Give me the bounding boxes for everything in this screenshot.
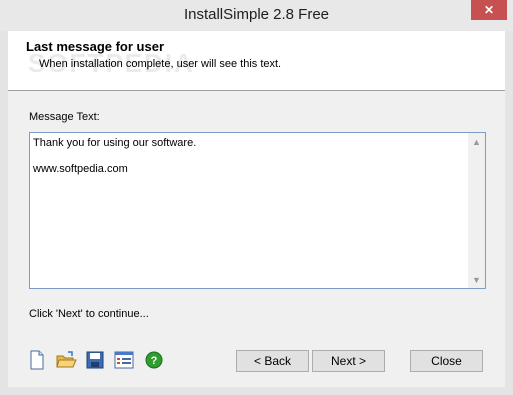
page-title: Last message for user <box>26 39 165 54</box>
next-button[interactable]: Next > <box>312 350 385 372</box>
message-text-content[interactable]: Thank you for using our software. www.so… <box>33 137 465 176</box>
properties-icon[interactable] <box>113 349 135 371</box>
new-file-icon[interactable] <box>26 349 48 371</box>
message-textarea[interactable]: Thank you for using our software. www.so… <box>29 132 486 289</box>
close-button[interactable]: Close <box>410 350 483 372</box>
save-icon[interactable] <box>84 349 106 371</box>
back-button[interactable]: < Back <box>236 350 309 372</box>
scroll-down-arrow-icon[interactable]: ▼ <box>468 271 485 288</box>
open-folder-icon[interactable] <box>55 349 77 371</box>
title-bar[interactable]: InstallSimple 2.8 Free ✕ <box>0 0 513 31</box>
scroll-up-arrow-icon[interactable]: ▲ <box>468 133 485 150</box>
wizard-client-area: SOFTPEDIA Last message for user When ins… <box>8 31 505 387</box>
installsimple-window: InstallSimple 2.8 Free ✕ SOFTPEDIA Last … <box>0 0 513 395</box>
continue-hint: Click 'Next' to continue... <box>29 308 149 320</box>
message-text-label: Message Text: <box>29 111 100 123</box>
page-subtitle: When installation complete, user will se… <box>39 58 282 70</box>
window-title: InstallSimple 2.8 Free <box>183 6 330 23</box>
vertical-scrollbar[interactable]: ▲ ▼ <box>468 133 485 288</box>
window-close-button[interactable]: ✕ <box>471 0 507 20</box>
help-icon[interactable]: ? <box>143 349 165 371</box>
svg-text:?: ? <box>151 355 158 367</box>
wizard-header: SOFTPEDIA Last message for user When ins… <box>8 31 505 91</box>
close-icon: ✕ <box>483 3 495 17</box>
